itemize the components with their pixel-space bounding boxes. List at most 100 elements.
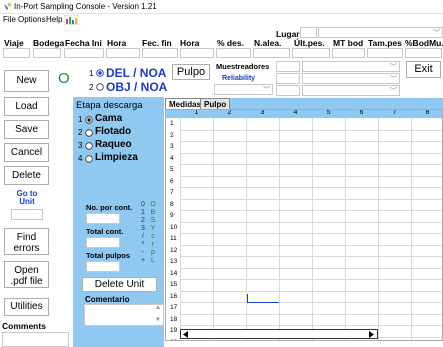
grid-row-header: 9 [170, 212, 174, 219]
grid-row-line [180, 267, 442, 269]
radio-unselected-icon[interactable] [85, 155, 93, 163]
bodega-input[interactable] [33, 48, 61, 58]
measurement-grid[interactable]: 12345678 1234567891011121314151617181920 [165, 109, 443, 341]
chevron-down-icon: ﹀ [390, 88, 397, 95]
mode-opt1-label[interactable]: DEL / NOA [106, 66, 166, 80]
radio-unselected-icon[interactable] [96, 83, 104, 91]
find-errors-button[interactable]: Find errors [4, 228, 49, 255]
radio-selected-icon[interactable] [96, 69, 104, 77]
ult-pes-input[interactable] [292, 48, 330, 58]
grid-col-line [279, 118, 280, 340]
scroll-down-icon[interactable]: ▼ [155, 317, 161, 323]
muestreador3-code[interactable] [276, 85, 300, 96]
grid-row-line [180, 313, 442, 315]
scroll-left-icon[interactable] [182, 331, 189, 338]
menu-options[interactable]: Options [18, 15, 46, 24]
grid-row-line [180, 198, 442, 200]
grid-row-header: 7 [170, 189, 174, 196]
grid-row-header: 14 [170, 269, 178, 277]
col-bodega: Bodega [33, 38, 65, 48]
etapa-limpieza[interactable]: Limpieza [95, 152, 138, 163]
fecha-ini-input[interactable] [64, 48, 104, 58]
save-button[interactable]: Save [4, 120, 49, 139]
comentario-input[interactable]: ▲ ▼ [84, 304, 164, 326]
utilities-button[interactable]: Utilities [4, 298, 49, 316]
viaje-input[interactable] [3, 48, 30, 58]
comments-label: Comments [2, 321, 46, 331]
grid-tabstrip: Medidas Pulpo [165, 98, 443, 109]
grid-col-line [312, 118, 313, 340]
muestreador3-select[interactable]: ﹀ [302, 85, 400, 96]
radio-unselected-icon[interactable] [85, 129, 93, 137]
lugar-code-input[interactable] [300, 27, 317, 38]
mt-bod-input[interactable] [332, 48, 365, 58]
pulpo-button[interactable]: Pulpo [172, 64, 210, 80]
tab-pulpo[interactable]: Pulpo [200, 98, 231, 109]
lugar-select[interactable]: ﹀ [318, 27, 443, 38]
menu-bar: File Options Help [0, 14, 443, 26]
grid-header [166, 110, 442, 118]
grid-col-line [378, 118, 379, 340]
col-mt-bod: MT bod [333, 38, 364, 48]
exit-button[interactable]: Exit [406, 61, 441, 78]
grid-horizontal-scrollbar[interactable] [180, 329, 378, 339]
grid-row-header: 16 [170, 292, 178, 300]
radio-selected-icon[interactable] [85, 116, 93, 124]
reliability-label: Reliability [222, 75, 256, 82]
grid-row-line [180, 221, 442, 223]
grid-row-line [180, 325, 442, 326]
new-button[interactable]: New [4, 70, 49, 92]
load-button[interactable]: Load [4, 97, 49, 116]
delete-unit-button[interactable]: Delete Unit [82, 277, 157, 292]
total-pulpos-input[interactable] [86, 261, 120, 272]
fec-fin-input[interactable] [142, 48, 178, 58]
menu-file[interactable]: File [3, 15, 16, 24]
grid-row-header: 15 [170, 281, 178, 288]
reliability-select[interactable]: ﹀ [214, 84, 273, 95]
tam-pes-input[interactable] [367, 48, 403, 58]
grid-col-line [213, 118, 214, 340]
chevron-down-icon: ﹀ [263, 87, 270, 94]
chevron-down-icon: ﹀ [433, 30, 440, 37]
delete-button[interactable]: Delete [4, 166, 49, 185]
scroll-track[interactable] [190, 330, 358, 338]
app-icon [3, 2, 12, 11]
mode-opt2-label[interactable]: OBJ / NOA [106, 80, 167, 94]
toolbar-chart-icon[interactable] [64, 15, 78, 25]
open-pdf-button[interactable]: Open .pdf file [4, 261, 49, 288]
muestreador1-code[interactable] [276, 61, 300, 72]
menu-help[interactable]: Help [46, 15, 62, 24]
grid-row-line [180, 302, 442, 303]
grid-row-header: 6 [170, 177, 174, 185]
tab-medidas[interactable]: Medidas [165, 98, 206, 109]
scroll-right-icon[interactable] [368, 331, 375, 338]
grid-row-line [180, 256, 442, 257]
hora-fin-input[interactable] [180, 48, 214, 58]
total-pulpos-label: Total pulpos [86, 251, 131, 260]
total-cont-input[interactable] [86, 237, 120, 248]
grid-row-header: 8 [170, 200, 174, 208]
scroll-up-icon[interactable]: ▲ [155, 305, 161, 311]
hora-ini-input[interactable] [106, 48, 140, 58]
etapa-raqueo[interactable]: Raqueo [95, 139, 132, 150]
goto-unit-input[interactable] [11, 209, 43, 220]
etapa-flotado[interactable]: Flotado [95, 126, 131, 137]
muestreador2-select[interactable]: ﹀ [302, 73, 400, 84]
grid-col-header: 5 [326, 109, 331, 116]
mode-opt1-num: 1 [89, 69, 94, 78]
grid-row-header: 19 [170, 327, 178, 334]
radio-unselected-icon[interactable] [85, 142, 93, 150]
muestreador1-select[interactable]: ﹀ [302, 61, 400, 72]
muestreador2-code[interactable] [276, 73, 300, 84]
pct-des-input[interactable] [216, 48, 251, 58]
etapa-cama[interactable]: Cama [95, 113, 122, 124]
cancel-button[interactable]: Cancel [4, 143, 49, 162]
n-alea-input[interactable] [253, 48, 290, 58]
grid-row-header: 5 [170, 166, 174, 173]
grid-col-line [180, 118, 181, 340]
pct-bod-mu-input[interactable] [405, 48, 442, 58]
comentario-label: Comentario [85, 295, 130, 304]
grid-col-line [411, 118, 412, 340]
comments-input[interactable] [2, 332, 69, 347]
no-por-cont-input[interactable] [86, 213, 120, 224]
